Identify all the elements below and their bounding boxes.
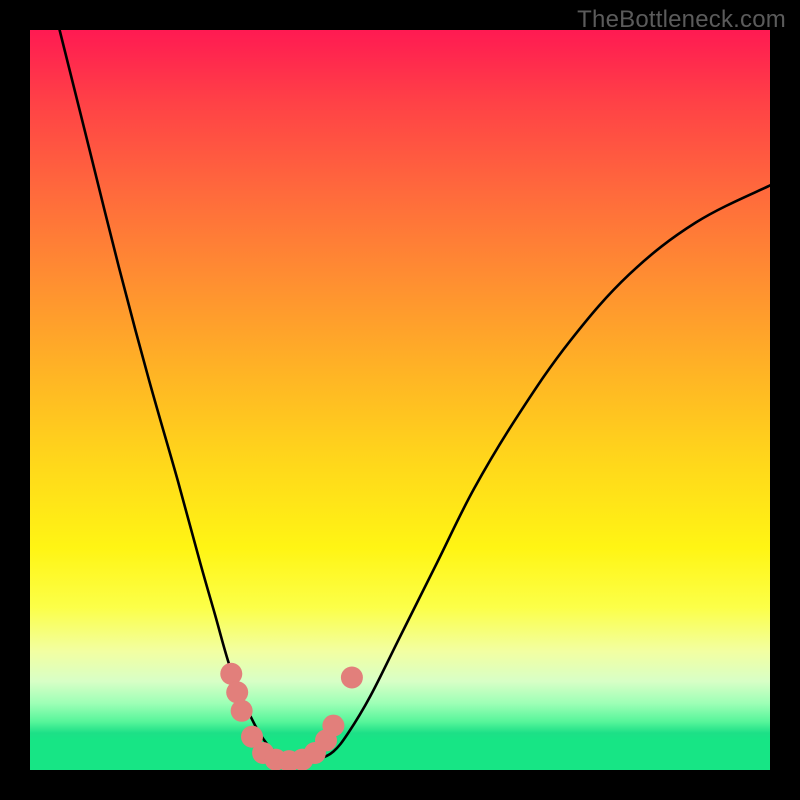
plot-area (30, 30, 770, 770)
highlight-dot (226, 681, 248, 703)
highlight-dot (341, 667, 363, 689)
highlight-dot (231, 700, 253, 722)
chart-frame: TheBottleneck.com (0, 0, 800, 800)
highlight-dot (322, 715, 344, 737)
bottleneck-curve (60, 30, 770, 761)
highlight-dots (220, 663, 363, 770)
curve-layer (30, 30, 770, 770)
